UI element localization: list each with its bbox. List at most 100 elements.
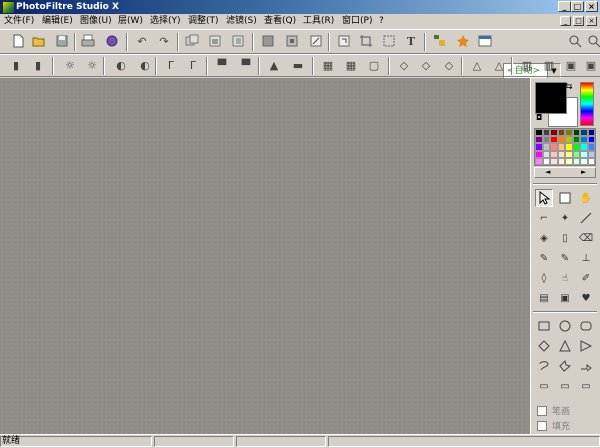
palette-swatch[interactable]: [542, 129, 550, 137]
smudge-tool-icon[interactable]: ☝: [556, 269, 574, 287]
menu-edit[interactable]: 编辑(E): [42, 14, 73, 29]
fill-bucket-tool-icon[interactable]: ◈: [535, 229, 553, 247]
fit-image-icon[interactable]: [308, 33, 324, 49]
color-spectrum[interactable]: [580, 82, 594, 126]
hand-tool-icon[interactable]: ✋: [577, 189, 595, 207]
color-palette[interactable]: [534, 128, 596, 166]
red-eye-tool-icon[interactable]: ✐: [577, 269, 595, 287]
swap-colors-icon[interactable]: ⇆: [565, 82, 573, 92]
blur-more-icon[interactable]: ◇: [418, 57, 434, 73]
palette-swatch[interactable]: [542, 143, 550, 151]
eyedropper-tool-icon[interactable]: ⌐: [535, 209, 553, 227]
menu-layer[interactable]: 层(W): [118, 14, 143, 29]
palette-swatch[interactable]: [580, 150, 588, 158]
advanced-brush-tool-icon[interactable]: ✎: [556, 249, 574, 267]
sharpen-icon[interactable]: ◇: [441, 57, 457, 73]
histogram-icon[interactable]: ▲: [266, 57, 282, 73]
gamma-minus-icon[interactable]: Γ: [163, 57, 179, 73]
palette-swatch[interactable]: [565, 129, 573, 137]
stroke-checkbox-box[interactable]: [537, 405, 547, 416]
palette-swatch[interactable]: [557, 150, 565, 158]
mdi-restore-button[interactable]: □: [573, 16, 584, 26]
palette-swatch[interactable]: [550, 143, 558, 151]
auto-contrast-icon[interactable]: ▮: [30, 57, 46, 73]
paste-image-icon[interactable]: [207, 33, 223, 49]
color-balance-icon[interactable]: ▬: [290, 57, 306, 73]
copy-image-icon[interactable]: [184, 33, 200, 49]
mdi-close-button[interactable]: ×: [586, 16, 597, 26]
palette-swatch[interactable]: [550, 157, 558, 165]
palette-swatch[interactable]: [587, 143, 595, 151]
sharpen-more-icon[interactable]: △: [469, 57, 485, 73]
gamma-plus-icon[interactable]: Γ: [185, 57, 201, 73]
arrow-shape-icon[interactable]: [577, 357, 595, 375]
palette-swatch[interactable]: [580, 143, 588, 151]
ellipse-shape-icon[interactable]: [556, 317, 574, 335]
palette-swatch[interactable]: [535, 157, 543, 165]
rounded-rect-shape-icon[interactable]: [577, 317, 595, 335]
foreground-color-swatch[interactable]: [535, 82, 567, 114]
rectangle-shape-icon[interactable]: [535, 317, 553, 335]
saturation-plus-icon[interactable]: ▀: [238, 57, 254, 73]
palette-swatch[interactable]: [550, 150, 558, 158]
palette-swatch[interactable]: [557, 143, 565, 151]
canvas-size-icon[interactable]: [284, 33, 300, 49]
menu-tools[interactable]: 工具(R): [303, 14, 334, 29]
eraser-tool-icon[interactable]: ⌫: [577, 229, 595, 247]
palette-swatch[interactable]: [587, 150, 595, 158]
burn-tool-icon[interactable]: ♥: [577, 289, 595, 307]
diamond-shape-icon[interactable]: [535, 337, 553, 355]
palette-swatch[interactable]: [542, 136, 550, 144]
print-icon[interactable]: [80, 33, 96, 49]
reset-colors-icon[interactable]: ◘: [536, 113, 542, 122]
palette-swatch[interactable]: [542, 150, 550, 158]
contrast-minus-icon[interactable]: ◐: [113, 57, 129, 73]
explorer-icon[interactable]: [432, 33, 448, 49]
palette-swatch[interactable]: [580, 129, 588, 137]
palette-scrollbar[interactable]: ◄ ►: [534, 167, 596, 178]
emboss-icon[interactable]: △: [491, 57, 507, 73]
line-tool-icon[interactable]: [577, 209, 595, 227]
magic-wand-tool-icon[interactable]: ✦: [556, 209, 574, 227]
zoom-in-icon[interactable]: [567, 33, 583, 49]
palette-swatch[interactable]: [557, 136, 565, 144]
palette-swatch[interactable]: [565, 136, 573, 144]
chevron-right-icon[interactable]: ►: [581, 168, 586, 177]
brush-tool-icon[interactable]: ✎: [535, 249, 553, 267]
workspace-area[interactable]: [0, 78, 530, 434]
fill-checkbox[interactable]: 填充: [537, 419, 570, 432]
selection-icon[interactable]: [381, 33, 397, 49]
crop-icon[interactable]: [358, 33, 374, 49]
menu-select[interactable]: 选择(Y): [150, 14, 181, 29]
mdi-minimize-button[interactable]: _: [560, 16, 571, 26]
palette-swatch[interactable]: [572, 157, 580, 165]
stamp-tool-icon[interactable]: ⊥: [577, 249, 595, 267]
palette-swatch[interactable]: [572, 136, 580, 144]
dodge-tool-icon[interactable]: ▣: [556, 289, 574, 307]
rotate-90-icon[interactable]: ▣: [583, 57, 599, 73]
window-view-icon[interactable]: [477, 33, 493, 49]
paste-new-icon[interactable]: [230, 33, 246, 49]
shape-option-2-icon[interactable]: ▭: [556, 377, 574, 395]
contrast-plus-icon[interactable]: ◐: [137, 57, 153, 73]
clone-tool-icon[interactable]: ▤: [535, 289, 553, 307]
grayscale-icon[interactable]: ▦: [320, 57, 336, 73]
image-size-icon[interactable]: [260, 33, 276, 49]
menu-file[interactable]: 文件(F): [4, 14, 34, 29]
plugin-icon[interactable]: [455, 33, 471, 49]
save-icon[interactable]: [54, 33, 70, 49]
brightness-plus-icon[interactable]: ☼: [84, 57, 100, 73]
flip-vertical-icon[interactable]: ▥: [541, 57, 557, 73]
palette-swatch[interactable]: [587, 136, 595, 144]
palette-swatch[interactable]: [535, 150, 543, 158]
spray-tool-icon[interactable]: ▯: [556, 229, 574, 247]
palette-swatch[interactable]: [550, 136, 558, 144]
selection-tool-icon[interactable]: [556, 189, 574, 207]
palette-swatch[interactable]: [587, 129, 595, 137]
menu-adjust[interactable]: 调整(T): [188, 14, 219, 29]
palette-swatch[interactable]: [587, 157, 595, 165]
triangle-shape-icon[interactable]: [556, 337, 574, 355]
polygon-shape-icon[interactable]: [556, 357, 574, 375]
palette-swatch[interactable]: [580, 157, 588, 165]
scanner-icon[interactable]: [104, 33, 120, 49]
